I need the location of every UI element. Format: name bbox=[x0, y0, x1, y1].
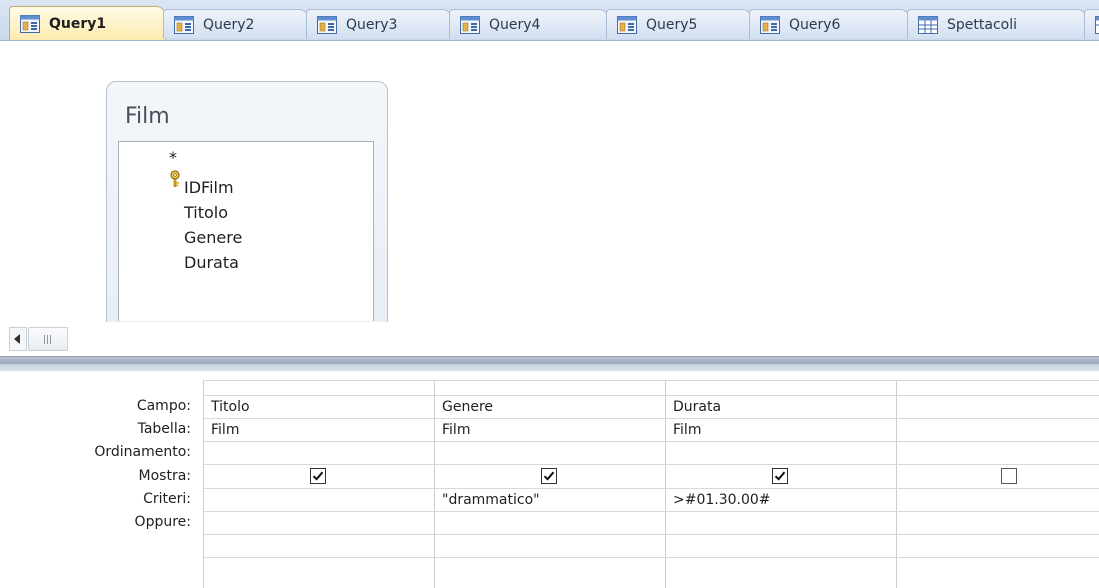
grid-cell-field[interactable]: Titolo bbox=[211, 399, 250, 415]
query-icon bbox=[760, 15, 780, 34]
query-design-grid[interactable]: Campo: Tabella: Ordinamento: Mostra: Cri… bbox=[0, 371, 1099, 588]
tab-label: Query1 bbox=[49, 15, 107, 32]
grid-row-divider bbox=[203, 534, 1099, 535]
show-checkbox[interactable] bbox=[772, 468, 788, 484]
table-title[interactable]: Film bbox=[125, 104, 170, 129]
tab-query2[interactable]: Query2 bbox=[163, 9, 309, 39]
grid-row-divider bbox=[203, 511, 1099, 512]
tab-query3[interactable]: Query3 bbox=[306, 9, 452, 39]
tab-label: Query6 bbox=[789, 16, 841, 33]
table-box-film[interactable]: Film * IDFilm Titolo Genere Durata bbox=[106, 81, 388, 362]
grid-row-divider bbox=[203, 380, 1099, 381]
field-durata[interactable]: Durata bbox=[184, 253, 239, 272]
tab-label: Spettacoli bbox=[947, 16, 1017, 33]
row-label-oppure: Oppure: bbox=[134, 514, 191, 530]
field-list[interactable]: * IDFilm Titolo Genere Durata bbox=[118, 141, 374, 321]
query-icon bbox=[617, 15, 637, 34]
scroll-thumb[interactable] bbox=[28, 327, 68, 351]
checkmark-icon bbox=[543, 471, 555, 481]
tab-query6[interactable]: Query6 bbox=[749, 9, 910, 39]
pane-splitter[interactable] bbox=[0, 356, 1099, 371]
grid-row-divider bbox=[203, 557, 1099, 558]
scroll-left-arrow-icon[interactable] bbox=[9, 327, 27, 351]
grid-cell-field[interactable]: Genere bbox=[442, 399, 493, 415]
field-idfilm[interactable]: IDFilm bbox=[184, 178, 234, 197]
horizontal-scrollbar[interactable] bbox=[0, 322, 1099, 356]
show-checkbox[interactable] bbox=[310, 468, 326, 484]
row-label-ordinamento: Ordinamento: bbox=[94, 444, 191, 460]
grid-row-divider bbox=[203, 488, 1099, 489]
field-all[interactable]: * bbox=[169, 148, 177, 167]
tab-label: Query5 bbox=[646, 16, 698, 33]
tab-label: Query4 bbox=[489, 16, 541, 33]
primary-key-icon bbox=[170, 170, 180, 187]
row-label-campo: Campo: bbox=[136, 398, 191, 414]
tab-query1[interactable]: Query1 bbox=[9, 6, 166, 40]
row-label-criteri: Criteri: bbox=[143, 491, 191, 507]
field-titolo[interactable]: Titolo bbox=[184, 203, 228, 222]
show-checkbox[interactable] bbox=[1001, 468, 1017, 484]
query-icon bbox=[317, 15, 337, 34]
row-label-mostra: Mostra: bbox=[138, 468, 191, 484]
grid-cell-field[interactable]: Durata bbox=[673, 399, 721, 415]
table-design-pane[interactable]: Film * IDFilm Titolo Genere Durata bbox=[0, 41, 1099, 362]
row-label-tabella: Tabella: bbox=[137, 421, 191, 437]
checkmark-icon bbox=[312, 471, 324, 481]
tab-label: Query2 bbox=[203, 16, 255, 33]
query-icon bbox=[174, 15, 194, 34]
tab-overflow[interactable] bbox=[1084, 9, 1099, 39]
grid-cell-table[interactable]: Film bbox=[673, 422, 701, 438]
show-checkbox[interactable] bbox=[541, 468, 557, 484]
grid-cell-table[interactable]: Film bbox=[211, 422, 239, 438]
tab-query4[interactable]: Query4 bbox=[449, 9, 609, 39]
tab-label: Query3 bbox=[346, 16, 398, 33]
grip-line bbox=[50, 335, 51, 344]
grip-line bbox=[47, 335, 48, 344]
table-icon bbox=[1095, 15, 1099, 34]
grid-row-divider bbox=[203, 395, 1099, 396]
tab-query5[interactable]: Query5 bbox=[606, 9, 752, 39]
tab-spettacoli[interactable]: Spettacoli bbox=[907, 9, 1087, 39]
grid-cell-table[interactable]: Film bbox=[442, 422, 470, 438]
query-icon bbox=[20, 14, 40, 33]
grid-cell-criteria[interactable]: "drammatico" bbox=[442, 492, 540, 508]
query-icon bbox=[460, 15, 480, 34]
grid-cell-criteria[interactable]: >#01.30.00# bbox=[673, 492, 771, 508]
grid-row-divider bbox=[203, 418, 1099, 419]
checkmark-icon bbox=[774, 471, 786, 481]
grip-line bbox=[44, 335, 45, 344]
field-genere[interactable]: Genere bbox=[184, 228, 242, 247]
grid-row-divider bbox=[203, 464, 1099, 465]
grid-row-divider bbox=[203, 441, 1099, 442]
table-icon bbox=[918, 15, 938, 34]
document-tab-strip: Query1 Query2 Query3 Query4 Query5 Query… bbox=[0, 0, 1099, 41]
